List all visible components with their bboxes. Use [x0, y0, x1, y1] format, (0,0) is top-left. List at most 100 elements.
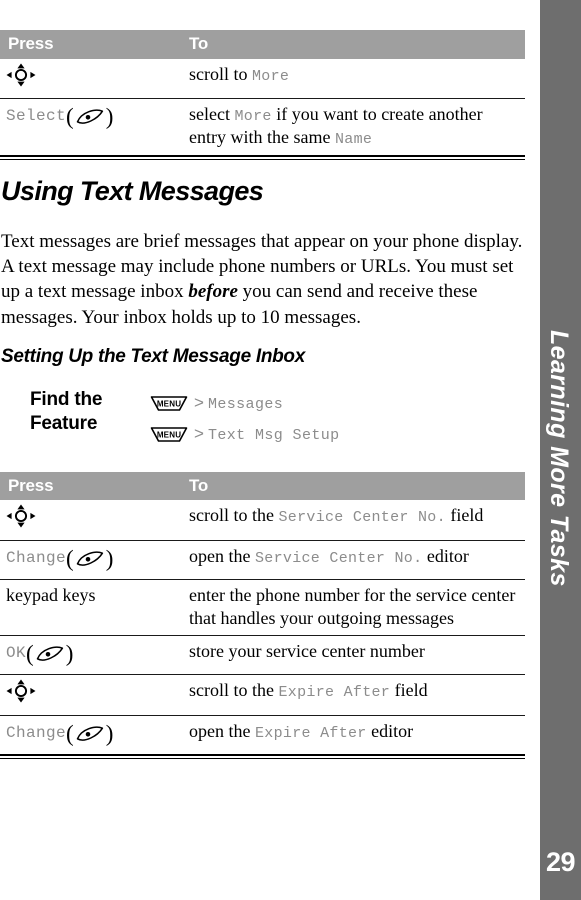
phone-literal: Expire After	[278, 684, 391, 702]
cell-to: scroll to the Service Center No. field	[183, 500, 525, 540]
table-row: scroll to the Expire After field	[0, 674, 525, 716]
soft-key-group: ()	[66, 547, 113, 574]
table-row: keypad keys enter the phone number for th…	[0, 578, 525, 636]
page-number: 29	[545, 847, 576, 877]
find-the-feature-steps: MENU > Messages MENU > Text Msg Setup	[150, 388, 340, 452]
cell-to: open the Expire After editor	[183, 714, 525, 754]
text-run: field	[445, 505, 484, 526]
text-run: scroll to	[189, 63, 252, 84]
spacer-before-table-bottom	[0, 452, 525, 472]
cell-to: store your service center number	[183, 635, 525, 675]
soft-key-group: ()	[66, 105, 113, 132]
column-header-press: Press	[0, 30, 183, 59]
cell-to: open the Service Center No. editor	[183, 539, 525, 580]
paren-open: (	[66, 103, 74, 129]
soft-key-group: ()	[66, 722, 113, 749]
table-header-row: Press To	[0, 30, 525, 59]
procedure-table-bottom: Press To scroll to the Service Center No…	[0, 471, 525, 754]
phone-literal: Name	[334, 131, 373, 149]
navigation-key-icon	[6, 679, 36, 709]
column-header-press: Press	[0, 471, 183, 501]
text-run: editor	[422, 545, 469, 566]
cell-press	[0, 59, 183, 99]
cell-to: scroll to More	[183, 59, 525, 99]
chapter-tab-label: Learning More Tasks	[545, 330, 573, 587]
phone-literal: More	[252, 67, 290, 85]
table-row: Select () select More if you want to crea…	[0, 97, 525, 155]
top-spacer	[0, 0, 525, 30]
soft-key-group: ()	[26, 642, 73, 669]
svg-text:MENU: MENU	[157, 400, 181, 409]
soft-key-icon	[35, 646, 65, 669]
paren-open: (	[26, 641, 34, 667]
soft-key-icon	[75, 109, 105, 132]
find-the-feature-label-line2: Feature	[30, 413, 98, 435]
svg-text:MENU: MENU	[157, 430, 181, 439]
find-the-feature-block: Find the Feature MENU > Messages MENU > Text …	[0, 388, 525, 452]
spacer-after-table-top	[0, 160, 525, 176]
text-run: field	[390, 680, 428, 701]
column-header-to: To	[183, 471, 525, 501]
table-body-top: scroll to More Select () select More if yo…	[0, 59, 525, 155]
cell-press	[0, 500, 183, 540]
page-content: Press To scroll to More Select () select M…	[0, 0, 525, 759]
spacer-after-paragraph	[0, 330, 525, 346]
text-run: select	[189, 103, 235, 124]
phone-literal: More	[234, 107, 272, 125]
phone-literal: Service Center No.	[254, 549, 423, 567]
table-row: scroll to the Service Center No. field	[0, 500, 525, 540]
soft-key-icon	[75, 726, 105, 749]
soft-key-label: OK	[6, 644, 27, 663]
spacer-after-subheading	[0, 368, 525, 388]
manual-page: Press To scroll to More Select () select M…	[0, 0, 581, 900]
paren-open: (	[66, 720, 74, 746]
text-run: scroll to the	[189, 680, 279, 701]
table-bottom-rule-bottom	[0, 753, 525, 759]
cell-to: enter the phone number for the service c…	[183, 578, 525, 636]
find-the-feature-label-line1: Find the	[30, 389, 103, 410]
text-run: editor	[366, 720, 414, 741]
emphasized-word: before	[188, 281, 238, 303]
cell-press: Change ()	[0, 539, 183, 580]
procedure-table-top: Press To scroll to More Select () select M…	[0, 30, 525, 155]
phone-literal: Service Center No.	[278, 509, 446, 527]
press-text: keypad keys	[6, 584, 96, 605]
text-run: scroll to the	[189, 505, 279, 526]
section-heading: Using Text Messages	[1, 175, 264, 206]
text-run: store your service center number	[189, 641, 425, 662]
soft-key-label: Change	[6, 723, 67, 742]
cell-to: select More if you want to create anothe…	[183, 97, 525, 155]
table-row: OK () store your service center number	[0, 635, 525, 675]
section-paragraph: Text messages are brief messages that ap…	[0, 229, 525, 330]
paren-close: )	[105, 720, 114, 746]
paren-close: )	[65, 641, 74, 667]
section-subheading: Setting Up the Text Message Inbox	[1, 346, 305, 367]
text-run: open the	[189, 545, 255, 566]
menu-path-target: Text Msg Setup	[207, 426, 340, 444]
table-row: scroll to More	[0, 59, 525, 99]
find-the-feature-label: Find the Feature	[30, 388, 150, 437]
cell-press: keypad keys	[0, 578, 183, 636]
column-header-to: To	[183, 30, 525, 59]
cell-press: Change ()	[0, 714, 183, 754]
spacer-after-heading	[0, 207, 525, 229]
table-row: Change () open the Service Center No. edi…	[0, 539, 525, 580]
soft-key-label: Change	[6, 548, 67, 567]
table-row: Change () open the Expire After editor	[0, 714, 525, 754]
paren-close: )	[105, 103, 114, 129]
paren-open: (	[66, 545, 74, 571]
menu-key-icon: MENU	[150, 426, 188, 452]
menu-key-icon: MENU	[150, 395, 188, 421]
find-the-feature-step: MENU > Text Msg Setup	[150, 421, 340, 452]
phone-literal: Expire After	[254, 724, 367, 742]
soft-key-label: Select	[6, 106, 67, 125]
step-separator: >	[194, 393, 204, 412]
text-run: enter the phone number for the service c…	[189, 584, 516, 628]
cell-to: scroll to the Expire After field	[183, 674, 525, 716]
table-body-bottom: scroll to the Service Center No. field Ch…	[0, 500, 525, 754]
navigation-key-icon	[6, 504, 36, 534]
menu-path-target: Messages	[207, 396, 284, 413]
soft-key-icon	[75, 550, 105, 574]
text-run: open the	[189, 720, 255, 741]
cell-press: OK ()	[0, 635, 183, 675]
